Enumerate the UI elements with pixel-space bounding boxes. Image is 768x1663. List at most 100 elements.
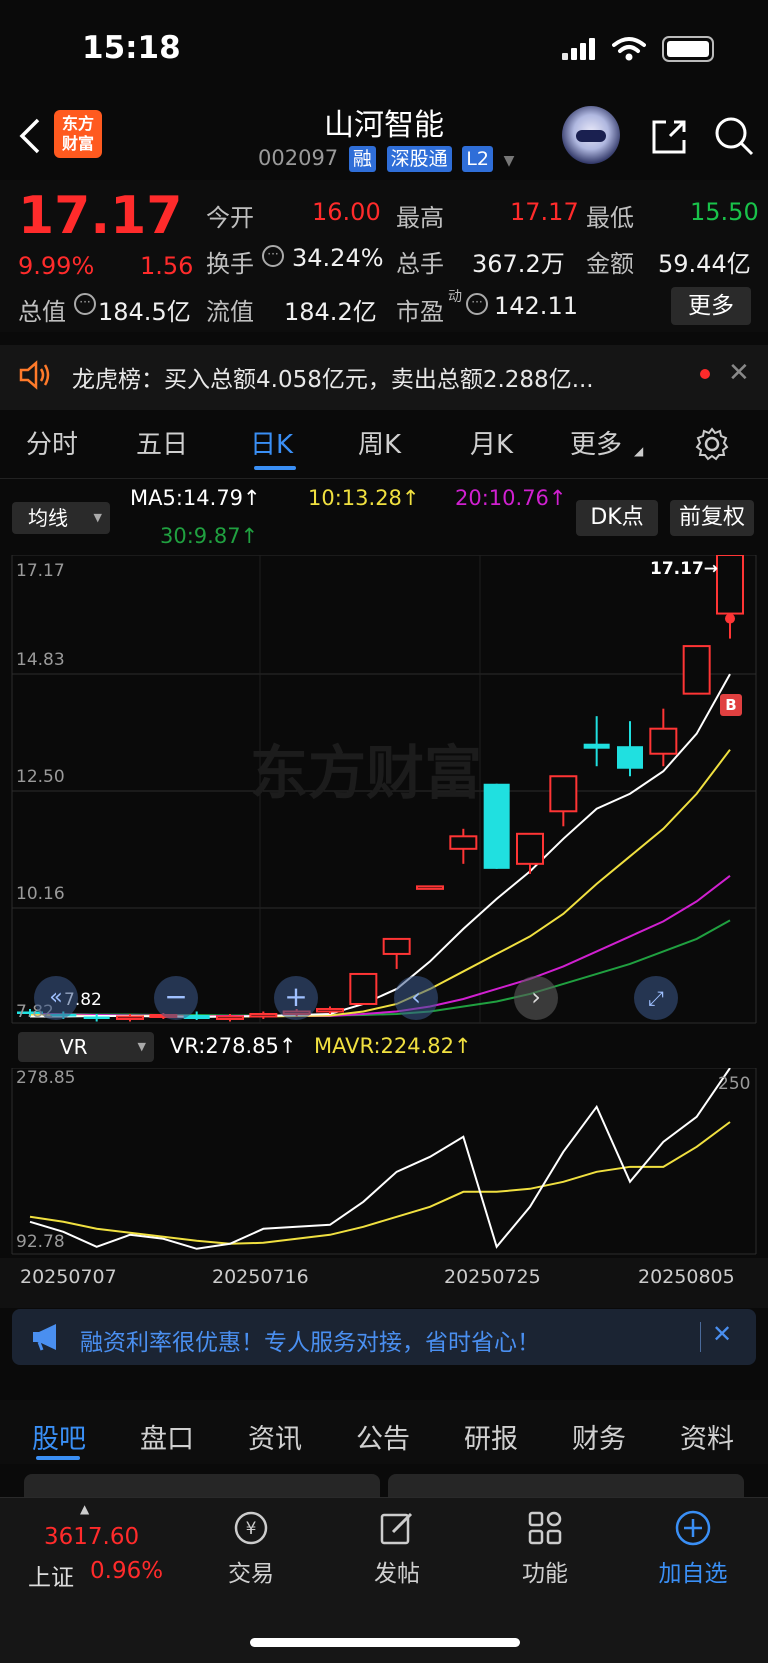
last-price: 17.17: [18, 186, 183, 246]
tab-announcements[interactable]: 公告: [356, 1417, 410, 1456]
next-button[interactable]: ›: [514, 976, 558, 1020]
ma-selector[interactable]: 均线 ▼: [12, 502, 110, 534]
nav-functions[interactable]: 功能: [490, 1508, 600, 1588]
settings-gear-icon[interactable]: [694, 426, 730, 462]
candle-body: [716, 555, 744, 615]
chart-watermark: 东方财富: [250, 741, 482, 806]
high-label: 最高: [396, 204, 444, 232]
index-change[interactable]: 0.96%: [90, 1558, 163, 1584]
float-value: 184.2亿: [284, 298, 377, 326]
amount-label: 金额: [586, 250, 634, 278]
low-value: 15.50: [690, 198, 759, 226]
info-icon[interactable]: ···: [74, 293, 96, 315]
open-label: 今开: [206, 204, 254, 232]
ma20-line: [29, 875, 731, 1017]
candle-body: [516, 832, 544, 865]
tab-timeshare[interactable]: 分时: [26, 424, 78, 461]
grid-icon: [528, 1511, 562, 1545]
divider: [0, 478, 768, 479]
change-percent: 9.99%: [18, 252, 95, 280]
candle-body: [649, 727, 678, 755]
date-label: 20250805: [638, 1266, 735, 1288]
home-indicator: [250, 1638, 520, 1647]
date-label: 20250716: [212, 1266, 309, 1288]
indicator-selector-label: VR: [60, 1035, 88, 1059]
previous-button[interactable]: ‹: [394, 976, 438, 1020]
candle-body: [416, 885, 444, 890]
tab-financials[interactable]: 财务: [572, 1417, 626, 1456]
active-tab-indicator: [36, 1456, 80, 1460]
ma5-legend: MA5:14.79↑: [130, 486, 261, 510]
price-axis-label: 14.83: [16, 650, 65, 670]
scroll-left-button[interactable]: «: [34, 976, 78, 1020]
pe-superscript: 动: [448, 289, 462, 305]
volume-value: 367.2万: [472, 250, 565, 278]
status-time: 15:18: [82, 30, 181, 66]
ma-selector-label: 均线: [28, 506, 68, 530]
index-value[interactable]: 3617.60: [44, 1524, 139, 1550]
mktcap-label: 总值: [18, 298, 66, 326]
change-value: 1.56: [140, 252, 194, 280]
candle-body: [83, 1016, 110, 1019]
tab-forum[interactable]: 股吧: [32, 1417, 86, 1456]
vr-chart[interactable]: [0, 1068, 768, 1258]
share-icon[interactable]: [648, 116, 690, 158]
stock-code: 002097: [258, 146, 339, 170]
chevron-down-icon[interactable]: ▼: [504, 153, 515, 169]
candle-body: [449, 835, 478, 850]
more-button[interactable]: 更多: [671, 287, 751, 325]
nav-add-watchlist[interactable]: 加自选: [638, 1508, 748, 1588]
amount-value: 59.44亿: [658, 250, 751, 278]
candlestick-chart[interactable]: 东方财富: [0, 555, 768, 1025]
edit-icon: [380, 1512, 413, 1545]
tab-daily-k[interactable]: 日K: [250, 424, 293, 461]
candle-body: [617, 746, 643, 769]
promo-text[interactable]: 融资利率很优惠！专人服务对接，省时省心！: [80, 1323, 540, 1357]
level2-tag: L2: [462, 146, 493, 172]
close-icon[interactable]: ✕: [712, 1320, 732, 1348]
tab-more[interactable]: 更多: [570, 424, 622, 461]
mavr-line: [29, 1121, 731, 1245]
tab-five-day[interactable]: 五日: [136, 424, 188, 461]
svg-text:¥: ¥: [246, 1519, 257, 1539]
info-icon[interactable]: ···: [262, 245, 284, 267]
volume-label: 总手: [396, 250, 444, 278]
nav-trade[interactable]: ¥ 交易: [196, 1508, 306, 1588]
wifi-icon: [612, 37, 646, 61]
forward-adjust-button[interactable]: 前复权: [670, 500, 754, 536]
trade-icon: ¥: [234, 1511, 268, 1545]
robot-avatar-icon[interactable]: [562, 106, 620, 164]
tab-profile[interactable]: 资料: [680, 1417, 734, 1456]
fullscreen-icon[interactable]: ⤢: [634, 976, 678, 1020]
megaphone-icon: [33, 1324, 56, 1351]
index-name[interactable]: 上证: [28, 1558, 74, 1592]
price-axis-label: 17.17: [16, 561, 65, 581]
candle-body: [682, 645, 711, 695]
info-icon[interactable]: ···: [466, 293, 488, 315]
zoom-out-button[interactable]: −: [154, 976, 198, 1020]
tab-monthly-k[interactable]: 月K: [470, 424, 513, 461]
tab-news[interactable]: 资讯: [248, 1417, 302, 1456]
tab-orderbook[interactable]: 盘口: [140, 1417, 194, 1456]
margin-tag: 融: [348, 146, 376, 172]
nav-post[interactable]: 发帖: [342, 1508, 452, 1588]
nav-trade-label: 交易: [228, 1561, 274, 1587]
turnover-label: 换手: [206, 250, 254, 278]
divider: [700, 1322, 701, 1352]
candle-body: [116, 1015, 144, 1020]
tab-weekly-k[interactable]: 周K: [358, 424, 401, 461]
date-label: 20250707: [20, 1266, 117, 1288]
zoom-in-button[interactable]: +: [274, 976, 318, 1020]
indicator-selector[interactable]: VR ▼: [18, 1032, 154, 1062]
candle-body: [249, 1012, 278, 1018]
candle-body: [316, 1007, 344, 1013]
close-icon[interactable]: ✕: [728, 358, 750, 388]
ma30-line: [30, 919, 731, 1017]
notice-text[interactable]: 龙虎榜：买入总额4.058亿元，卖出总额2.288亿...: [72, 360, 594, 394]
dk-point-button[interactable]: DK点: [576, 500, 658, 536]
signal-dot: [725, 613, 735, 624]
tab-research[interactable]: 研报: [464, 1417, 518, 1456]
search-icon[interactable]: [712, 114, 756, 158]
add-circle-icon: [675, 1510, 711, 1546]
ma30-legend: 30:9.87↑: [160, 524, 259, 548]
